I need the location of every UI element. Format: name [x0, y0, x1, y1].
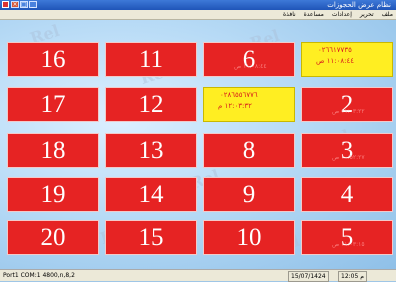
close-icon[interactable]: × [11, 1, 19, 8]
menu-item[interactable]: تحرير [360, 11, 374, 18]
counter-number: 9 [242, 181, 256, 208]
counter-number: 16 [40, 46, 66, 73]
counter-tile[interactable]: 9 [203, 177, 295, 212]
time-panel: 12:05 م [338, 271, 367, 282]
counter-number: 19 [40, 181, 66, 208]
minimize-icon[interactable]: _ [29, 1, 37, 8]
counter-number: 18 [40, 137, 66, 164]
counter-tile[interactable]: 18 [7, 133, 99, 168]
ticket-number: ٠٢٦٦١٧٧٣٥ [318, 46, 352, 54]
counter-tile[interactable]: 5 ١١:٠٣:١٥ ص [301, 220, 393, 255]
counter-tile[interactable]: 8 [203, 133, 295, 168]
counter-tile[interactable]: 15 [105, 220, 197, 255]
counter-number: 4 [340, 181, 354, 208]
counter-tile[interactable]: 17 [7, 87, 99, 122]
status-bar: Port1 COM:1 4800,n,8,2 15/07/1424 12:05 … [0, 269, 396, 282]
menu-item[interactable]: نافذة [283, 11, 296, 18]
date-panel: 15/07/1424 [288, 271, 329, 282]
counter-tile[interactable]: 20 [7, 220, 99, 255]
counter-number: 5 [340, 224, 354, 251]
port-status: Port1 COM:1 4800,n,8,2 [3, 272, 75, 279]
counter-tile[interactable]: 12 [105, 87, 197, 122]
counter-number: 10 [236, 224, 262, 251]
ticket-number: ٠٢٨٦٥٥٦٧٧٦ [220, 91, 258, 99]
counter-number: 6 [242, 46, 256, 73]
counter-number: 11 [138, 46, 164, 73]
counter-number: 2 [340, 91, 354, 118]
counter-tile[interactable]: 11 [105, 42, 197, 77]
counter-number: 15 [138, 224, 164, 251]
counter-tile[interactable]: 10 [203, 220, 295, 255]
counter-number: 20 [40, 224, 66, 251]
counter-tile[interactable]: ٠٢٨٦٥٥٦٧٧٦ ١٢:٠٣:٣٢ م [203, 87, 295, 122]
counter-tile[interactable]: 14 [105, 177, 197, 212]
menu-bar: ملف تحرير إعدادات مساعدة نافذة [0, 10, 396, 20]
counter-tile[interactable]: 6 ١١:٠٨:٤٤ ص [203, 42, 295, 77]
counter-number: 8 [242, 137, 256, 164]
counter-number: 14 [138, 181, 164, 208]
last-call-time: ١١:٠٣:١٥ ص [332, 241, 365, 248]
counter-tile[interactable]: 3 ١٠:٥٢:٢٧ ص [301, 133, 393, 168]
app-icon [2, 1, 9, 8]
counter-tile[interactable]: 4 [301, 177, 393, 212]
menu-item[interactable]: إعدادات [332, 11, 352, 18]
last-call-time: ١٠:٥٢:٢٧ ص [332, 154, 365, 161]
counter-grid: Rel Rel Rel Rel Rel Rel Rel Rel 16116١١:… [0, 20, 396, 269]
counter-tile[interactable]: 2 ١١:٠٣:٢٢ ص [301, 87, 393, 122]
window-controls: × □ _ [11, 1, 37, 8]
counter-tile[interactable]: 13 [105, 133, 197, 168]
counter-number: 13 [138, 137, 164, 164]
menu-item[interactable]: ملف [382, 11, 393, 18]
title-bar: × □ _ نظام عرض الحجوزات [0, 0, 396, 10]
last-call-time: ١١:٠٣:٢٢ ص [332, 108, 365, 115]
menu-item[interactable]: مساعدة [304, 11, 324, 18]
counter-tile[interactable]: 16 [7, 42, 99, 77]
counter-tile[interactable]: 19 [7, 177, 99, 212]
maximize-icon[interactable]: □ [20, 1, 28, 8]
ticket-time: ١١:٠٨:٤٤ ص [316, 57, 354, 65]
counter-tile[interactable]: ٠٢٦٦١٧٧٣٥ ١١:٠٨:٤٤ ص [301, 42, 393, 77]
counter-number: 12 [138, 91, 164, 118]
counter-number: 17 [40, 91, 66, 118]
ticket-time: ١٢:٠٣:٣٢ م [218, 102, 252, 110]
last-call-time: ١١:٠٨:٤٤ ص [234, 63, 267, 70]
window-title: نظام عرض الحجوزات [327, 1, 391, 9]
counter-number: 3 [340, 137, 354, 164]
